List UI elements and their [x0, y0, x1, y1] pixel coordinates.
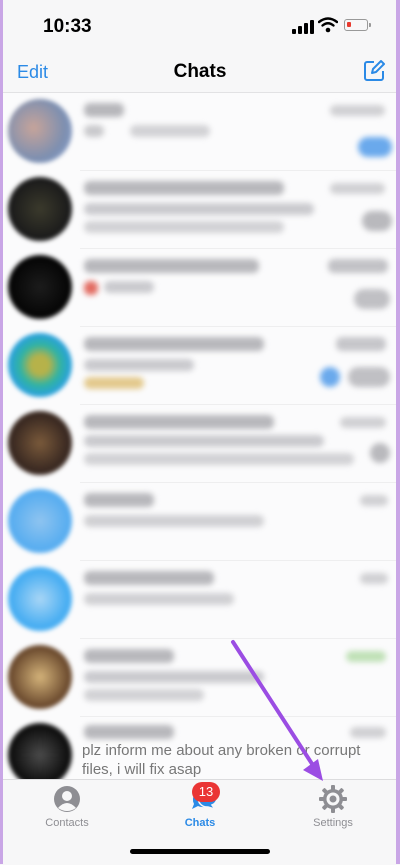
annotation-arrow-icon: [231, 640, 323, 781]
